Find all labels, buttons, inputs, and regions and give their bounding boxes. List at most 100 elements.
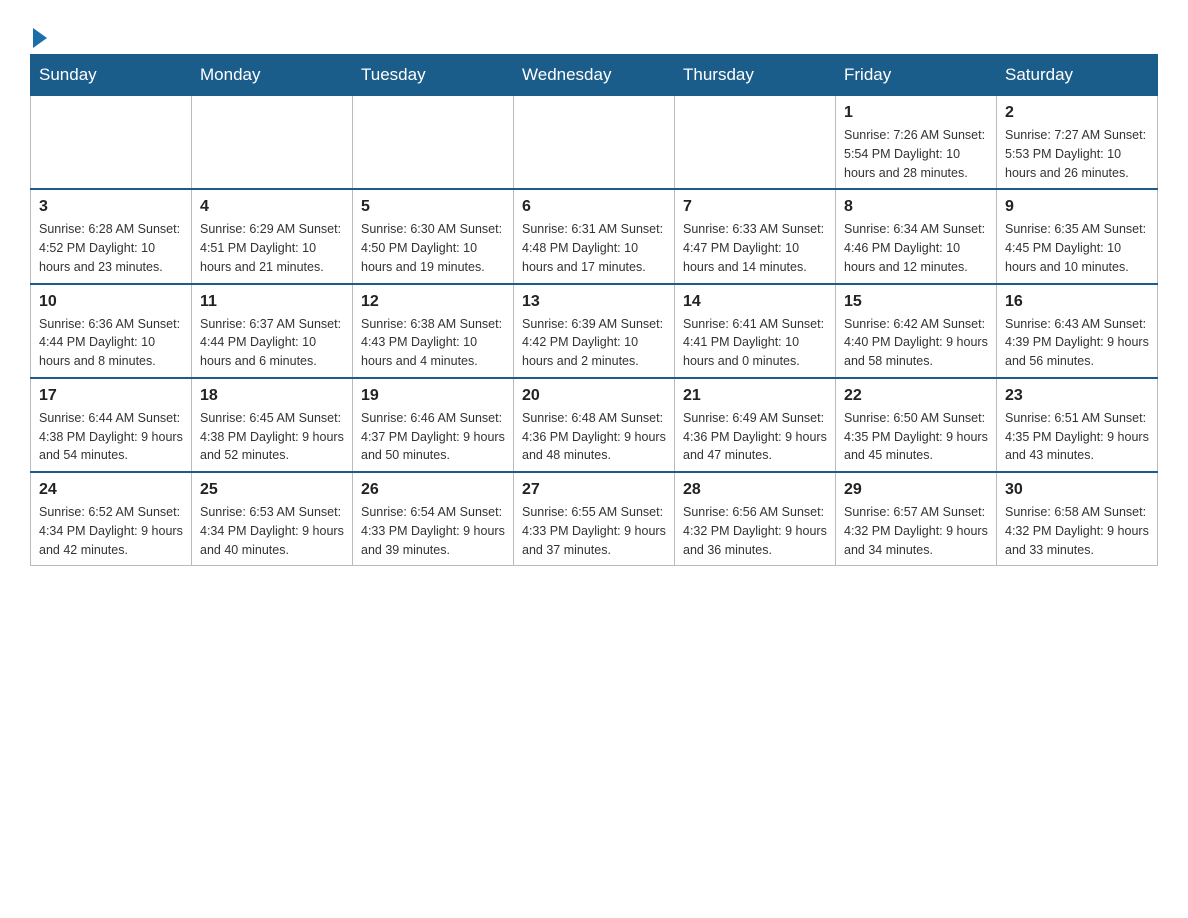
calendar-cell: 25Sunrise: 6:53 AM Sunset: 4:34 PM Dayli… <box>192 472 353 566</box>
day-info: Sunrise: 6:51 AM Sunset: 4:35 PM Dayligh… <box>1005 409 1149 465</box>
day-number: 1 <box>844 104 988 122</box>
calendar-cell: 10 Sunrise: 6:36 AM Sunset: 4:44 PM Dayli… <box>31 284 192 378</box>
day-info: Sunrise: 6:45 AM Sunset: 4:38 PM Dayligh… <box>200 409 344 465</box>
day-info: Sunrise: 6:57 AM Sunset: 4:32 PM Dayligh… <box>844 503 988 559</box>
day-info: Sunrise: 6:30 AM Sunset: 4:50 PM Dayligh… <box>361 220 505 276</box>
calendar-week-row: 1 Sunrise: 7:26 AM Sunset: 5:54 PM Daylig… <box>31 96 1158 190</box>
day-number: 6 <box>522 198 666 216</box>
calendar-cell: 15Sunrise: 6:42 AM Sunset: 4:40 PM Dayli… <box>836 284 997 378</box>
calendar-cell: 30Sunrise: 6:58 AM Sunset: 4:32 PM Dayli… <box>997 472 1158 566</box>
calendar-cell: 11 Sunrise: 6:37 AM Sunset: 4:44 PM Dayli… <box>192 284 353 378</box>
calendar-cell: 21Sunrise: 6:49 AM Sunset: 4:36 PM Dayli… <box>675 378 836 472</box>
day-info: Sunrise: 6:39 AM Sunset: 4:42 PM Dayligh… <box>522 315 666 371</box>
day-info: Sunrise: 6:50 AM Sunset: 4:35 PM Dayligh… <box>844 409 988 465</box>
day-info: Sunrise: 6:49 AM Sunset: 4:36 PM Dayligh… <box>683 409 827 465</box>
calendar-cell: 3Sunrise: 6:28 AM Sunset: 4:52 PM Daylig… <box>31 189 192 283</box>
column-header-sunday: Sunday <box>31 55 192 96</box>
day-number: 11 <box>200 293 344 311</box>
calendar-cell: 5 Sunrise: 6:30 AM Sunset: 4:50 PM Daylig… <box>353 189 514 283</box>
calendar-cell <box>192 96 353 190</box>
day-info: Sunrise: 6:58 AM Sunset: 4:32 PM Dayligh… <box>1005 503 1149 559</box>
day-info: Sunrise: 6:34 AM Sunset: 4:46 PM Dayligh… <box>844 220 988 276</box>
column-header-saturday: Saturday <box>997 55 1158 96</box>
logo <box>30 20 47 44</box>
calendar-cell: 26 Sunrise: 6:54 AM Sunset: 4:33 PM Dayli… <box>353 472 514 566</box>
calendar-cell: 12 Sunrise: 6:38 AM Sunset: 4:43 PM Dayli… <box>353 284 514 378</box>
day-info: Sunrise: 6:44 AM Sunset: 4:38 PM Dayligh… <box>39 409 183 465</box>
calendar-cell: 17 Sunrise: 6:44 AM Sunset: 4:38 PM Dayli… <box>31 378 192 472</box>
calendar-cell: 8 Sunrise: 6:34 AM Sunset: 4:46 PM Daylig… <box>836 189 997 283</box>
day-info: Sunrise: 6:41 AM Sunset: 4:41 PM Dayligh… <box>683 315 827 371</box>
day-number: 25 <box>200 481 344 499</box>
day-info: Sunrise: 6:38 AM Sunset: 4:43 PM Dayligh… <box>361 315 505 371</box>
page-header <box>30 20 1158 44</box>
day-info: Sunrise: 7:26 AM Sunset: 5:54 PM Dayligh… <box>844 126 988 182</box>
day-number: 18 <box>200 387 344 405</box>
logo-triangle-icon <box>33 28 47 48</box>
day-info: Sunrise: 6:29 AM Sunset: 4:51 PM Dayligh… <box>200 220 344 276</box>
calendar-cell: 4 Sunrise: 6:29 AM Sunset: 4:51 PM Daylig… <box>192 189 353 283</box>
calendar-cell: 1 Sunrise: 7:26 AM Sunset: 5:54 PM Daylig… <box>836 96 997 190</box>
calendar-cell <box>675 96 836 190</box>
day-info: Sunrise: 6:35 AM Sunset: 4:45 PM Dayligh… <box>1005 220 1149 276</box>
day-info: Sunrise: 6:37 AM Sunset: 4:44 PM Dayligh… <box>200 315 344 371</box>
calendar-week-row: 3Sunrise: 6:28 AM Sunset: 4:52 PM Daylig… <box>31 189 1158 283</box>
day-number: 8 <box>844 198 988 216</box>
calendar-table: SundayMondayTuesdayWednesdayThursdayFrid… <box>30 54 1158 566</box>
calendar-cell: 24 Sunrise: 6:52 AM Sunset: 4:34 PM Dayli… <box>31 472 192 566</box>
day-number: 24 <box>39 481 183 499</box>
day-number: 13 <box>522 293 666 311</box>
day-info: Sunrise: 6:46 AM Sunset: 4:37 PM Dayligh… <box>361 409 505 465</box>
calendar-cell: 13 Sunrise: 6:39 AM Sunset: 4:42 PM Dayli… <box>514 284 675 378</box>
day-number: 7 <box>683 198 827 216</box>
day-info: Sunrise: 6:31 AM Sunset: 4:48 PM Dayligh… <box>522 220 666 276</box>
day-info: Sunrise: 6:33 AM Sunset: 4:47 PM Dayligh… <box>683 220 827 276</box>
calendar-week-row: 17 Sunrise: 6:44 AM Sunset: 4:38 PM Dayli… <box>31 378 1158 472</box>
day-number: 17 <box>39 387 183 405</box>
calendar-cell: 6 Sunrise: 6:31 AM Sunset: 4:48 PM Daylig… <box>514 189 675 283</box>
day-number: 3 <box>39 198 183 216</box>
day-info: Sunrise: 7:27 AM Sunset: 5:53 PM Dayligh… <box>1005 126 1149 182</box>
calendar-cell: 14 Sunrise: 6:41 AM Sunset: 4:41 PM Dayli… <box>675 284 836 378</box>
day-info: Sunrise: 6:48 AM Sunset: 4:36 PM Dayligh… <box>522 409 666 465</box>
calendar-cell: 9 Sunrise: 6:35 AM Sunset: 4:45 PM Daylig… <box>997 189 1158 283</box>
calendar-week-row: 24 Sunrise: 6:52 AM Sunset: 4:34 PM Dayli… <box>31 472 1158 566</box>
day-number: 29 <box>844 481 988 499</box>
day-info: Sunrise: 6:54 AM Sunset: 4:33 PM Dayligh… <box>361 503 505 559</box>
day-number: 19 <box>361 387 505 405</box>
column-header-wednesday: Wednesday <box>514 55 675 96</box>
calendar-cell: 22 Sunrise: 6:50 AM Sunset: 4:35 PM Dayli… <box>836 378 997 472</box>
day-info: Sunrise: 6:36 AM Sunset: 4:44 PM Dayligh… <box>39 315 183 371</box>
calendar-header-row: SundayMondayTuesdayWednesdayThursdayFrid… <box>31 55 1158 96</box>
calendar-cell: 16 Sunrise: 6:43 AM Sunset: 4:39 PM Dayli… <box>997 284 1158 378</box>
calendar-cell <box>353 96 514 190</box>
calendar-cell: 20 Sunrise: 6:48 AM Sunset: 4:36 PM Dayli… <box>514 378 675 472</box>
day-number: 2 <box>1005 104 1149 122</box>
column-header-tuesday: Tuesday <box>353 55 514 96</box>
day-info: Sunrise: 6:56 AM Sunset: 4:32 PM Dayligh… <box>683 503 827 559</box>
day-number: 22 <box>844 387 988 405</box>
day-number: 16 <box>1005 293 1149 311</box>
day-number: 10 <box>39 293 183 311</box>
day-info: Sunrise: 6:55 AM Sunset: 4:33 PM Dayligh… <box>522 503 666 559</box>
calendar-week-row: 10 Sunrise: 6:36 AM Sunset: 4:44 PM Dayli… <box>31 284 1158 378</box>
day-info: Sunrise: 6:43 AM Sunset: 4:39 PM Dayligh… <box>1005 315 1149 371</box>
day-info: Sunrise: 6:52 AM Sunset: 4:34 PM Dayligh… <box>39 503 183 559</box>
day-number: 27 <box>522 481 666 499</box>
day-number: 20 <box>522 387 666 405</box>
day-number: 28 <box>683 481 827 499</box>
calendar-cell: 18 Sunrise: 6:45 AM Sunset: 4:38 PM Dayli… <box>192 378 353 472</box>
day-number: 12 <box>361 293 505 311</box>
calendar-cell: 29 Sunrise: 6:57 AM Sunset: 4:32 PM Dayli… <box>836 472 997 566</box>
day-number: 14 <box>683 293 827 311</box>
day-number: 23 <box>1005 387 1149 405</box>
column-header-monday: Monday <box>192 55 353 96</box>
calendar-cell: 28 Sunrise: 6:56 AM Sunset: 4:32 PM Dayli… <box>675 472 836 566</box>
day-number: 9 <box>1005 198 1149 216</box>
day-number: 4 <box>200 198 344 216</box>
day-number: 26 <box>361 481 505 499</box>
calendar-cell: 19 Sunrise: 6:46 AM Sunset: 4:37 PM Dayli… <box>353 378 514 472</box>
calendar-cell: 27 Sunrise: 6:55 AM Sunset: 4:33 PM Dayli… <box>514 472 675 566</box>
calendar-cell <box>514 96 675 190</box>
day-number: 5 <box>361 198 505 216</box>
